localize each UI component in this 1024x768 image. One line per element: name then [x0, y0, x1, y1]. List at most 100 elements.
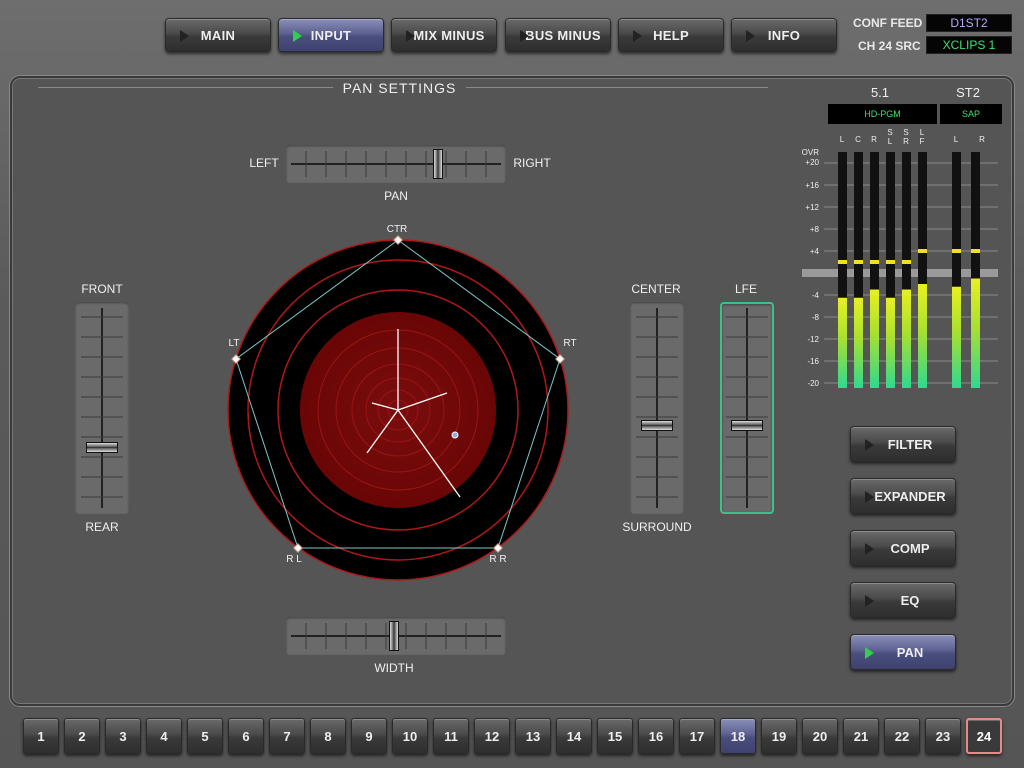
header-divider [38, 87, 333, 88]
channel-button-1[interactable]: 1 [23, 718, 59, 754]
channel-button-6[interactable]: 6 [228, 718, 264, 754]
speaker-lt-label: LT [228, 338, 240, 349]
channel-button-10[interactable]: 10 [392, 718, 428, 754]
lfe-slider[interactable] [720, 302, 774, 514]
zero-db-marker [802, 269, 998, 277]
pan-slider-scale [291, 151, 501, 177]
filter-button-label: FILTER [887, 436, 933, 452]
center-surround-handle[interactable] [641, 420, 673, 431]
speaker-rr-label: R R [489, 554, 507, 565]
meter-src-51: HD-PGM [828, 104, 937, 124]
front-rear-handle[interactable] [86, 442, 118, 453]
meter-level [918, 284, 927, 388]
channel-button-13[interactable]: 13 [515, 718, 551, 754]
tab-label: MIX MINUS [413, 27, 485, 43]
channel-button-18[interactable]: 18 [720, 718, 756, 754]
channel-button-5[interactable]: 5 [187, 718, 223, 754]
lfe-handle[interactable] [731, 420, 763, 431]
tab-help[interactable]: HELP [618, 18, 724, 52]
tab-main[interactable]: MAIN [165, 18, 271, 52]
play-icon [520, 30, 529, 42]
meter-ch-label: S L [887, 128, 893, 146]
channel-button-24[interactable]: 24 [966, 718, 1002, 754]
surround-pan-display[interactable] [224, 222, 574, 592]
channel-button-15[interactable]: 15 [597, 718, 633, 754]
pan-position-marker[interactable] [451, 431, 459, 439]
channel-button-21[interactable]: 21 [843, 718, 879, 754]
channel-button-4[interactable]: 4 [146, 718, 182, 754]
channel-button-17[interactable]: 17 [679, 718, 715, 754]
channel-button-11[interactable]: 11 [433, 718, 469, 754]
width-slider-handle[interactable] [389, 621, 399, 651]
tab-label: MAIN [200, 27, 236, 43]
meter-ch-label: R [871, 135, 877, 144]
rear-label: REAR [85, 520, 119, 534]
eq-button-label: EQ [900, 592, 920, 608]
channel-button-12[interactable]: 12 [474, 718, 510, 754]
width-slider[interactable] [286, 617, 506, 655]
channel-button-7[interactable]: 7 [269, 718, 305, 754]
level-meters [802, 152, 998, 388]
comp-button-label: COMP [890, 540, 930, 556]
speaker-rt-label: RT [563, 338, 577, 349]
meter-peak [971, 249, 980, 253]
channel-button-23[interactable]: 23 [925, 718, 961, 754]
tab-bus-minus[interactable]: BUS MINUS [505, 18, 611, 52]
center-surround-scale [636, 308, 678, 508]
channel-button-14[interactable]: 14 [556, 718, 592, 754]
pan-slider[interactable] [286, 145, 506, 183]
channel-button-3[interactable]: 3 [105, 718, 141, 754]
tab-input[interactable]: INPUT [278, 18, 384, 52]
lfe-label: LFE [734, 282, 757, 296]
meter-bars [838, 152, 980, 388]
play-icon [865, 595, 874, 607]
tab-mix-minus[interactable]: MIX MINUS [391, 18, 497, 52]
channel-button-22[interactable]: 22 [884, 718, 920, 754]
meter-peak [854, 260, 863, 264]
section-title: PAN SETTINGS [342, 80, 457, 96]
play-icon [865, 491, 874, 503]
channel-button-8[interactable]: 8 [310, 718, 346, 754]
meter-ch-label: L F [919, 128, 925, 146]
conf-feed-value: D1ST2 [926, 14, 1012, 32]
channel-button-20[interactable]: 20 [802, 718, 838, 754]
front-rear-slider[interactable] [75, 302, 129, 514]
meter-level [870, 289, 879, 388]
play-icon [746, 30, 755, 42]
expander-button[interactable]: EXPANDER [850, 478, 956, 514]
center-label: CENTER [631, 282, 681, 296]
channel-button-2[interactable]: 2 [64, 718, 100, 754]
tab-info[interactable]: INFO [731, 18, 837, 52]
meter-level [971, 278, 980, 388]
comp-button[interactable]: COMP [850, 530, 956, 566]
front-label: FRONT [81, 282, 123, 296]
pan-button-label: PAN [896, 644, 924, 660]
meter-peak [838, 260, 847, 264]
pan-right-label: RIGHT [513, 156, 551, 170]
channel-button-19[interactable]: 19 [761, 718, 797, 754]
meter-level [902, 289, 911, 388]
channel-button-16[interactable]: 16 [638, 718, 674, 754]
ch-src-value: XCLIPS 1 [926, 36, 1012, 54]
header-divider [466, 87, 768, 88]
tab-label: HELP [653, 27, 689, 43]
lfe-scale [726, 308, 768, 508]
pan-slider-handle[interactable] [433, 149, 443, 179]
pan-left-label: LEFT [249, 156, 279, 170]
center-surround-slider[interactable] [630, 302, 684, 514]
pan-button[interactable]: PAN [850, 634, 956, 670]
eq-button[interactable]: EQ [850, 582, 956, 618]
channel-button-9[interactable]: 9 [351, 718, 387, 754]
filter-button[interactable]: FILTER [850, 426, 956, 462]
tab-label: INPUT [310, 27, 352, 43]
ch-src-label: CH 24 SRC [858, 39, 921, 53]
surround-label: SURROUND [622, 520, 692, 534]
play-icon [865, 647, 874, 659]
play-icon [406, 30, 415, 42]
expander-button-label: EXPANDER [874, 488, 946, 504]
play-icon [180, 30, 189, 42]
meter-level [886, 297, 895, 388]
meter-group-51: 5.1 [870, 85, 890, 100]
meter-peak [952, 249, 961, 253]
meter-ch-label: L [953, 135, 959, 144]
